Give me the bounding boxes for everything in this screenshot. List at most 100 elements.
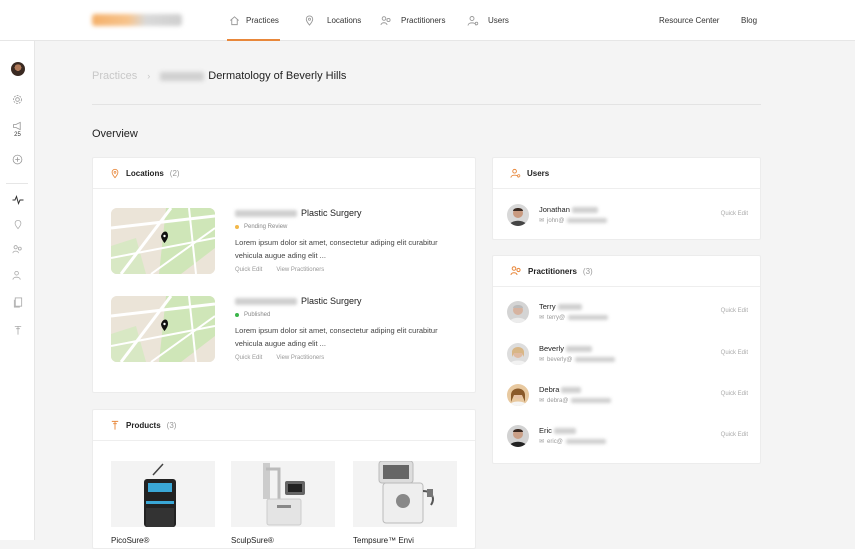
quick-edit-link[interactable]: Quick Edit — [721, 432, 748, 438]
sidebar-documents[interactable] — [0, 295, 35, 309]
nav-locations[interactable]: Locations — [303, 0, 361, 41]
sidebar-add[interactable] — [0, 152, 35, 166]
breadcrumb-redacted — [160, 71, 205, 81]
sidebar-announcements[interactable]: 25 — [0, 118, 35, 140]
list-item[interactable]: Terry ✉ terry@ Quick Edit — [493, 291, 761, 332]
product-image-sculpsure[interactable] — [231, 461, 335, 527]
avatar — [507, 425, 529, 447]
user-email: ✉ john@ — [539, 217, 608, 224]
list-item[interactable]: Eric ✉ eric@ Quick Edit — [493, 415, 761, 456]
product-name[interactable]: PicoSure® — [111, 536, 149, 545]
map-image — [111, 296, 215, 362]
practitioners-card-header: Practitioners (3) — [493, 256, 760, 287]
blog-link[interactable]: Blog — [741, 0, 757, 41]
avatar — [507, 343, 529, 365]
sidebar: 25 — [0, 41, 35, 540]
locations-count: (2) — [169, 168, 180, 178]
product-image-picosure[interactable] — [111, 461, 215, 527]
nav-locations-label: Locations — [327, 16, 362, 25]
avatar — [507, 301, 529, 323]
status-text: Pending Review — [244, 224, 288, 230]
product-icon — [111, 420, 119, 430]
avatar — [10, 62, 25, 76]
nav-users-label: Users — [488, 16, 509, 25]
view-practitioners-link[interactable]: View Practitioners — [276, 267, 324, 273]
map-pin-icon — [111, 168, 119, 178]
header-divider — [92, 104, 761, 105]
practitioner-email: ✉ eric@ — [539, 438, 606, 445]
products-title: Products — [126, 420, 161, 430]
location-map[interactable] — [111, 208, 215, 274]
practitioner-email: ✉ terry@ — [539, 314, 609, 321]
quick-edit-link[interactable]: Quick Edit — [721, 391, 748, 397]
brand-logo[interactable] — [92, 14, 182, 26]
quick-edit-link[interactable]: Quick Edit — [721, 211, 748, 217]
sidebar-settings[interactable] — [0, 92, 35, 106]
breadcrumb-root[interactable]: Practices — [92, 70, 137, 82]
location-actions: Quick Edit View Practitioners — [235, 267, 324, 273]
sidebar-practitioners[interactable] — [0, 242, 35, 256]
practitioners-title: Practitioners — [528, 266, 577, 276]
product-name[interactable]: SculpSure® — [231, 536, 274, 545]
location-description: Lorem ipsum dolor sit amet, consectetur … — [235, 326, 438, 348]
nav-practices-label: Practices — [246, 16, 279, 25]
quick-edit-link[interactable]: Quick Edit — [235, 355, 262, 361]
practitioners-icon — [380, 15, 392, 27]
practitioner-name: Terry — [539, 302, 582, 311]
list-item[interactable]: Beverly ✉ beverly@ Quick Edit — [493, 333, 761, 374]
nav-practitioners-label: Practitioners — [401, 16, 446, 25]
sidebar-activity[interactable] — [0, 193, 35, 207]
nav-users[interactable]: Users — [467, 0, 509, 41]
users-icon — [467, 15, 479, 27]
product-image — [353, 461, 457, 527]
practitioner-name: Debra — [539, 385, 582, 394]
practitioners-count: (3) — [582, 266, 593, 276]
avatar — [507, 204, 529, 226]
products-card-header: Products (3) — [93, 410, 475, 441]
view-practitioners-link[interactable]: View Practitioners — [276, 355, 324, 361]
document-icon — [13, 297, 22, 307]
products-card: Products (3) PicoSure® SculpSure® Tempsu… — [92, 409, 476, 549]
location-actions: Quick Edit View Practitioners — [235, 355, 324, 361]
breadcrumb-current: Dermatology of Beverly Hills — [208, 70, 347, 82]
product-image — [231, 461, 335, 527]
location-title[interactable]: Plastic Surgery — [235, 296, 362, 306]
home-icon — [228, 15, 240, 27]
practitioners-card: Practitioners (3) Terry ✉ terry@ Quick Ed… — [492, 255, 761, 464]
breadcrumb-separator: › — [147, 71, 151, 81]
list-item[interactable]: Jonathan ✉ john@ Quick Edit — [493, 194, 761, 235]
sidebar-users[interactable] — [0, 268, 35, 282]
location-title[interactable]: Plastic Surgery — [235, 208, 362, 218]
location-map[interactable] — [111, 296, 215, 362]
locations-card-header: Locations (2) — [93, 158, 475, 189]
product-image-tempsure[interactable] — [353, 461, 457, 527]
quick-edit-link[interactable]: Quick Edit — [721, 350, 748, 356]
resource-center-link[interactable]: Resource Center — [659, 0, 719, 41]
nav-practices[interactable]: Practices — [227, 0, 280, 41]
quick-edit-link[interactable]: Quick Edit — [235, 267, 262, 273]
nav-practitioners[interactable]: Practitioners — [380, 0, 445, 41]
plus-circle-icon — [12, 154, 23, 164]
top-bar: Practices Locations Practitioners Users … — [0, 0, 855, 41]
map-image — [111, 208, 215, 274]
status-text: Published — [244, 312, 271, 318]
sidebar-locations[interactable] — [0, 217, 35, 231]
announcements-count: 25 — [14, 131, 21, 138]
location-name-redacted — [235, 297, 297, 305]
list-item[interactable]: Debra ✉ debra@ Quick Edit — [493, 374, 761, 415]
practitioner-email: ✉ debra@ — [539, 397, 612, 404]
product-name[interactable]: Tempsure™ Envi — [353, 536, 414, 545]
map-pin-icon — [303, 15, 315, 27]
location-description: Lorem ipsum dolor sit amet, consectetur … — [235, 238, 438, 260]
users-card: Users Jonathan ✉ john@ Quick Edit — [492, 157, 761, 240]
sidebar-products[interactable] — [0, 323, 35, 337]
practitioners-icon — [12, 244, 22, 253]
sidebar-divider — [6, 183, 28, 184]
sidebar-avatar[interactable] — [0, 61, 35, 77]
location-name-redacted — [235, 209, 297, 217]
activity-icon — [12, 195, 23, 205]
quick-edit-link[interactable]: Quick Edit — [721, 308, 748, 314]
map-pin-icon — [14, 219, 21, 229]
users-card-header: Users — [493, 158, 760, 189]
users-icon — [12, 270, 21, 280]
